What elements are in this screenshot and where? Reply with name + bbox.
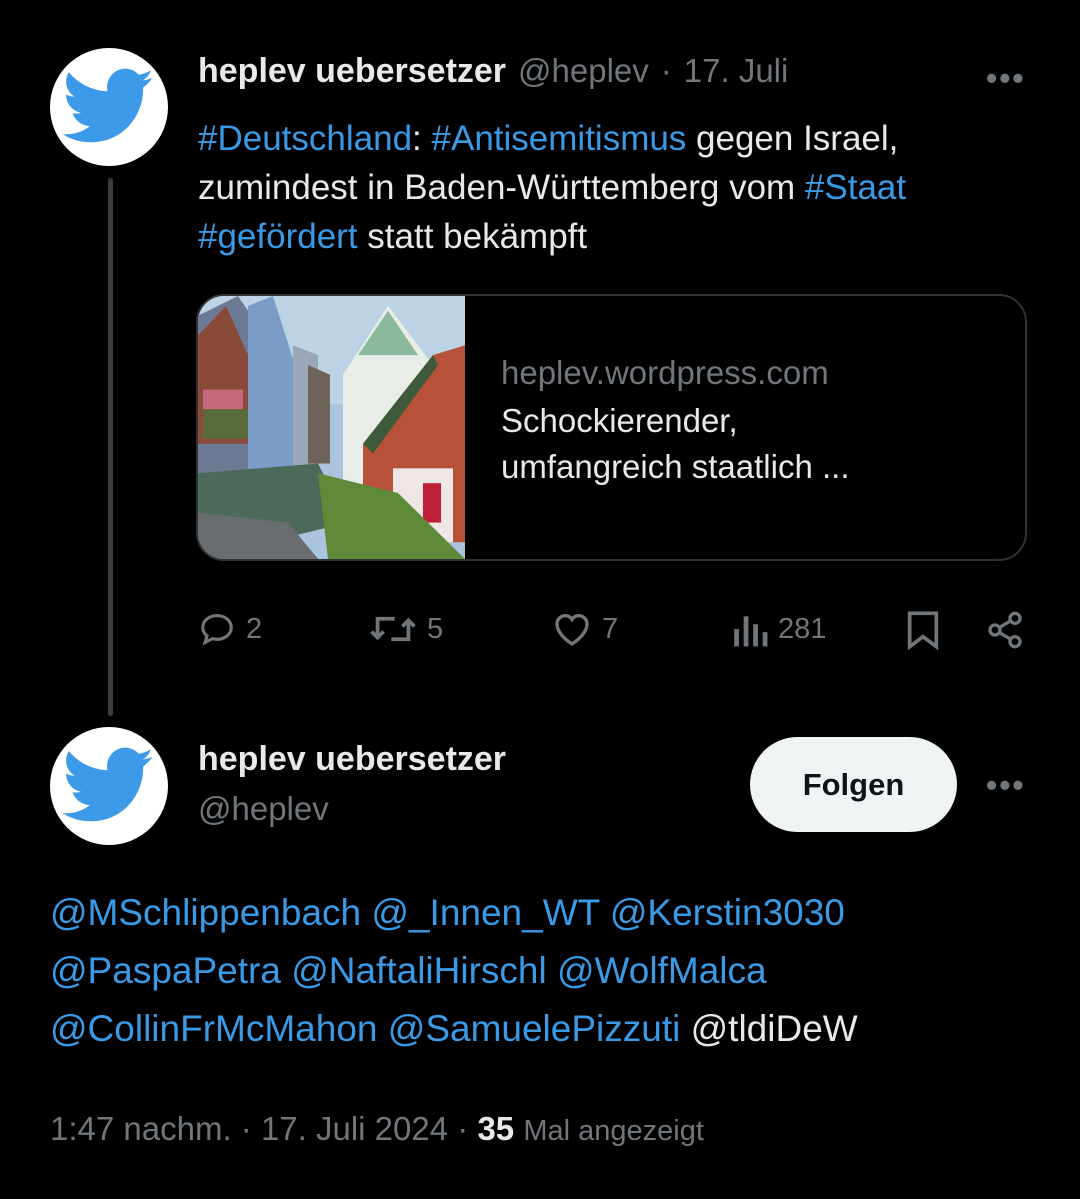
bookmark-icon (907, 611, 939, 651)
retweet-button[interactable]: 5 (369, 610, 443, 648)
views-count: 35 (477, 1110, 515, 1147)
views-label: Mal angezeigt (523, 1115, 704, 1147)
views-button[interactable]: 281 (732, 610, 826, 648)
retweet-icon (370, 616, 416, 642)
more-options-icon[interactable]: ••• (986, 60, 1026, 97)
like-count: 7 (602, 612, 619, 645)
text-fragment: statt bekämpft (357, 217, 588, 256)
mention-link[interactable]: @_Innen_WT (371, 892, 599, 933)
reply-button[interactable]: 2 (198, 610, 262, 648)
parent-header: heplev uebersetzer @heplev · 17. Juli (198, 52, 788, 91)
author-name[interactable]: heplev uebersetzer (198, 52, 506, 91)
twitter-bird-icon (63, 747, 154, 822)
reply-author-name[interactable]: heplev uebersetzer (198, 740, 506, 779)
hashtag-link[interactable]: #gefördert (198, 217, 358, 256)
views-count: 281 (778, 612, 827, 645)
reply-text: @MSchlippenbach @_Innen_WT @Kerstin3030 … (50, 884, 1050, 1058)
analytics-icon (734, 616, 768, 647)
mention-link[interactable]: @NaftaliHirschl (291, 950, 547, 991)
reply-count: 2 (246, 612, 263, 645)
mention-link[interactable]: @Kerstin3030 (610, 892, 845, 933)
tweet-date[interactable]: 17. Juli (684, 52, 789, 90)
mention-link[interactable]: @WolfMalca (557, 950, 767, 991)
mention-plain[interactable]: @tldiDeW (691, 1008, 858, 1049)
tweet-text: #Deutschland: #Antisemitismus gegen Isra… (198, 114, 1018, 261)
hashtag-link[interactable]: #Staat (805, 168, 906, 207)
reply-author-handle[interactable]: @heplev (198, 790, 329, 828)
thread-connector-line (108, 178, 113, 716)
separator-dot: · (457, 1110, 469, 1147)
reply-avatar[interactable] (50, 727, 168, 845)
parent-avatar[interactable] (50, 48, 168, 166)
reply-icon (201, 613, 233, 646)
text-fragment: : (412, 119, 422, 158)
mention-link[interactable]: @PaspaPetra (50, 950, 281, 991)
link-preview-card[interactable]: heplev.wordpress.com Schockierender, umf… (196, 294, 1027, 561)
share-button[interactable] (985, 610, 1025, 655)
retweet-count: 5 (427, 612, 444, 645)
author-handle[interactable]: @heplev (518, 52, 649, 90)
share-icon (988, 611, 1022, 649)
mention-link[interactable]: @MSchlippenbach (50, 892, 361, 933)
mention-link[interactable]: @SamuelePizzuti (388, 1008, 681, 1049)
more-options-icon[interactable]: ••• (986, 767, 1026, 804)
like-button[interactable]: 7 (552, 610, 618, 648)
card-title: Schockierender, umfangreich staatlich ..… (501, 402, 850, 485)
card-domain: heplev.wordpress.com (501, 354, 829, 391)
hashtag-link[interactable]: #Deutschland (198, 119, 412, 158)
tweet-timestamp[interactable]: 1:47 nachm. · 17. Juli 2024 (50, 1110, 448, 1147)
card-thumbnail-image (198, 296, 465, 559)
follow-button[interactable]: Folgen (750, 737, 957, 832)
mention-link[interactable]: @CollinFrMcMahon (50, 1008, 377, 1049)
bookmark-button[interactable] (906, 610, 940, 655)
separator-dot: · (660, 52, 672, 89)
heart-icon (555, 613, 589, 646)
twitter-bird-icon (63, 68, 154, 143)
hashtag-link[interactable]: #Antisemitismus (432, 119, 687, 158)
tweet-footer: 1:47 nachm. · 17. Juli 2024 · 35 Mal ang… (50, 1110, 704, 1148)
